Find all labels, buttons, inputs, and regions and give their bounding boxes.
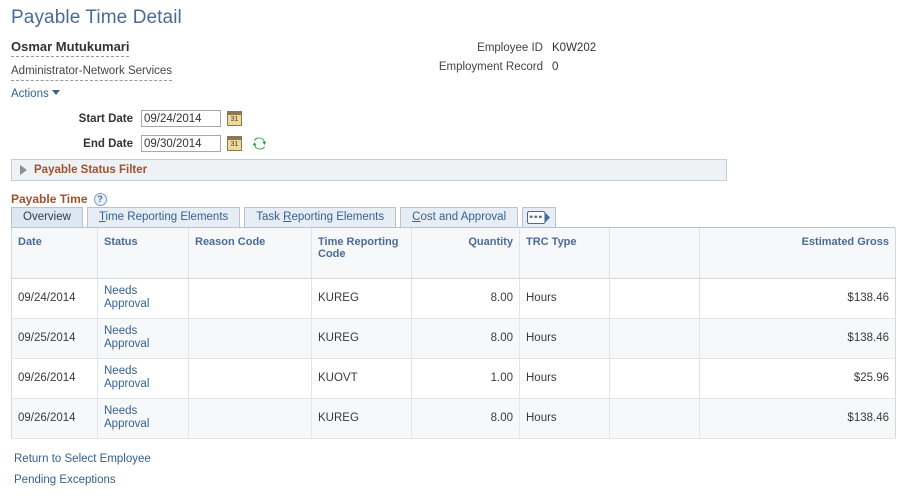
- column-header-status[interactable]: Status: [97, 228, 189, 279]
- start-date-calendar-icon[interactable]: [227, 111, 242, 126]
- column-header-date[interactable]: Date: [11, 228, 98, 279]
- employee-id-value: K0W202: [552, 42, 597, 54]
- column-header-trc-type[interactable]: TRC Type: [519, 228, 610, 279]
- payable-time-table: Date Status Reason Code Time Reporting C…: [11, 228, 896, 439]
- cell-quantity: 8.00: [411, 398, 520, 439]
- cell-trc-type: Hours: [519, 278, 610, 319]
- cell-trc-type: Hours: [519, 318, 610, 359]
- employee-id-label: Employee ID: [477, 42, 543, 54]
- cell-estimated-gross: $138.46: [699, 278, 896, 319]
- tab-time-reporting-elements-accesskey: T: [98, 211, 106, 223]
- page-title: Payable Time Detail: [11, 7, 182, 28]
- cell-blank: [609, 318, 700, 359]
- cell-reason-code: [188, 278, 312, 319]
- date-range-filter: Start Date End Date: [0, 106, 267, 156]
- triangle-right-icon: [20, 165, 27, 175]
- cell-blank: [609, 398, 700, 439]
- show-all-columns-icon[interactable]: [522, 207, 557, 227]
- cell-blank: [609, 278, 700, 319]
- cell-status: Needs Approval: [97, 278, 189, 319]
- column-header-blank: [609, 228, 700, 279]
- tab-task-reporting-elements[interactable]: Task Reporting Elements: [244, 207, 397, 227]
- tab-cost-and-approval[interactable]: Cost and Approval: [400, 207, 519, 227]
- pending-exceptions-link[interactable]: Pending Exceptions: [14, 474, 151, 486]
- start-date-row: Start Date: [0, 106, 267, 131]
- start-date-label: Start Date: [78, 112, 133, 125]
- cell-date: 09/24/2014: [11, 278, 98, 319]
- payable-time-title: Payable Time: [11, 192, 88, 206]
- payable-status-filter-section[interactable]: Payable Status Filter: [11, 159, 727, 181]
- employment-record-row: Employment Record 0: [430, 61, 596, 80]
- start-date-input[interactable]: [141, 110, 221, 127]
- tab-task-reporting-elements-prefix: Task: [256, 211, 284, 223]
- cell-estimated-gross: $138.46: [699, 398, 896, 439]
- table-row: 09/24/2014 Needs Approval KUREG 8.00 Hou…: [11, 278, 896, 319]
- help-icon[interactable]: ?: [93, 192, 107, 206]
- footer-links: Return to Select Employee Pending Except…: [14, 453, 151, 495]
- table-row: 09/26/2014 Needs Approval KUREG 8.00 Hou…: [11, 398, 896, 439]
- end-date-calendar-icon[interactable]: [227, 136, 242, 151]
- column-header-time-reporting-code[interactable]: Time Reporting Code: [311, 228, 412, 279]
- cell-quantity: 8.00: [411, 278, 520, 319]
- cell-blank: [609, 358, 700, 399]
- cell-trc-type: Hours: [519, 398, 610, 439]
- cell-status: Needs Approval: [97, 398, 189, 439]
- end-date-label: End Date: [83, 137, 133, 150]
- cell-date: 09/26/2014: [11, 398, 98, 439]
- cell-status: Needs Approval: [97, 318, 189, 359]
- employee-name: Osmar Mutukumari: [11, 40, 130, 57]
- column-header-estimated-gross[interactable]: Estimated Gross: [699, 228, 896, 279]
- cell-estimated-gross: $138.46: [699, 318, 896, 359]
- actions-menu-label: Actions: [11, 88, 49, 100]
- column-header-quantity[interactable]: Quantity: [411, 228, 520, 279]
- employee-id-row: Employee ID K0W202: [430, 42, 596, 61]
- cell-date: 09/26/2014: [11, 358, 98, 399]
- cell-reason-code: [188, 318, 312, 359]
- tab-task-reporting-elements-label: eporting Elements: [291, 211, 385, 223]
- return-to-select-employee-link[interactable]: Return to Select Employee: [14, 453, 151, 465]
- cell-reason-code: [188, 398, 312, 439]
- cell-status: Needs Approval: [97, 358, 189, 399]
- payable-time-header: Payable Time ?: [11, 191, 895, 207]
- payable-status-filter-label: Payable Status Filter: [34, 164, 148, 176]
- cell-trc-type: Hours: [519, 358, 610, 399]
- cell-estimated-gross: $25.96: [699, 358, 896, 399]
- table-row: 09/25/2014 Needs Approval KUREG 8.00 Hou…: [11, 318, 896, 359]
- cell-time-reporting-code: KUOVT: [311, 358, 412, 399]
- column-header-reason-code[interactable]: Reason Code: [188, 228, 312, 279]
- status-link[interactable]: Needs Approval: [104, 285, 182, 311]
- employee-info-group: Employee ID K0W202 Employment Record 0: [430, 42, 596, 80]
- actions-row: Actions: [11, 88, 172, 100]
- cell-quantity: 8.00: [411, 318, 520, 359]
- end-date-input[interactable]: [141, 135, 221, 152]
- employment-record-label: Employment Record: [438, 61, 543, 73]
- status-link[interactable]: Needs Approval: [104, 365, 182, 391]
- employee-job-title: Administrator-Network Services: [11, 65, 173, 81]
- employment-record-value: 0: [552, 61, 559, 73]
- actions-menu-button[interactable]: Actions: [11, 88, 60, 100]
- tab-overview[interactable]: Overview: [11, 207, 83, 227]
- payable-time-tabs: Overview Time Reporting Elements Task Re…: [11, 207, 895, 228]
- status-link[interactable]: Needs Approval: [104, 325, 182, 351]
- employee-summary: Osmar Mutukumari Administrator-Network S…: [11, 40, 173, 100]
- table-header-row: Date Status Reason Code Time Reporting C…: [11, 228, 896, 279]
- cell-reason-code: [188, 358, 312, 399]
- tab-cost-and-approval-label: ost and Approval: [420, 211, 507, 223]
- cell-time-reporting-code: KUREG: [311, 398, 412, 439]
- table-row: 09/26/2014 Needs Approval KUOVT 1.00 Hou…: [11, 358, 896, 399]
- cell-quantity: 1.00: [411, 358, 520, 399]
- tab-overview-label: Overview: [23, 211, 71, 223]
- cell-time-reporting-code: KUREG: [311, 278, 412, 319]
- tab-time-reporting-elements[interactable]: Time Reporting Elements: [86, 207, 241, 227]
- refresh-icon[interactable]: [252, 136, 267, 151]
- cell-time-reporting-code: KUREG: [311, 318, 412, 359]
- payable-time-section: Payable Time ? Overview Time Reporting E…: [11, 191, 896, 439]
- tab-time-reporting-elements-label: ime Reporting Elements: [105, 211, 229, 223]
- end-date-row: End Date: [0, 131, 267, 156]
- chevron-down-icon: [51, 90, 60, 95]
- status-link[interactable]: Needs Approval: [104, 405, 182, 431]
- cell-date: 09/25/2014: [11, 318, 98, 359]
